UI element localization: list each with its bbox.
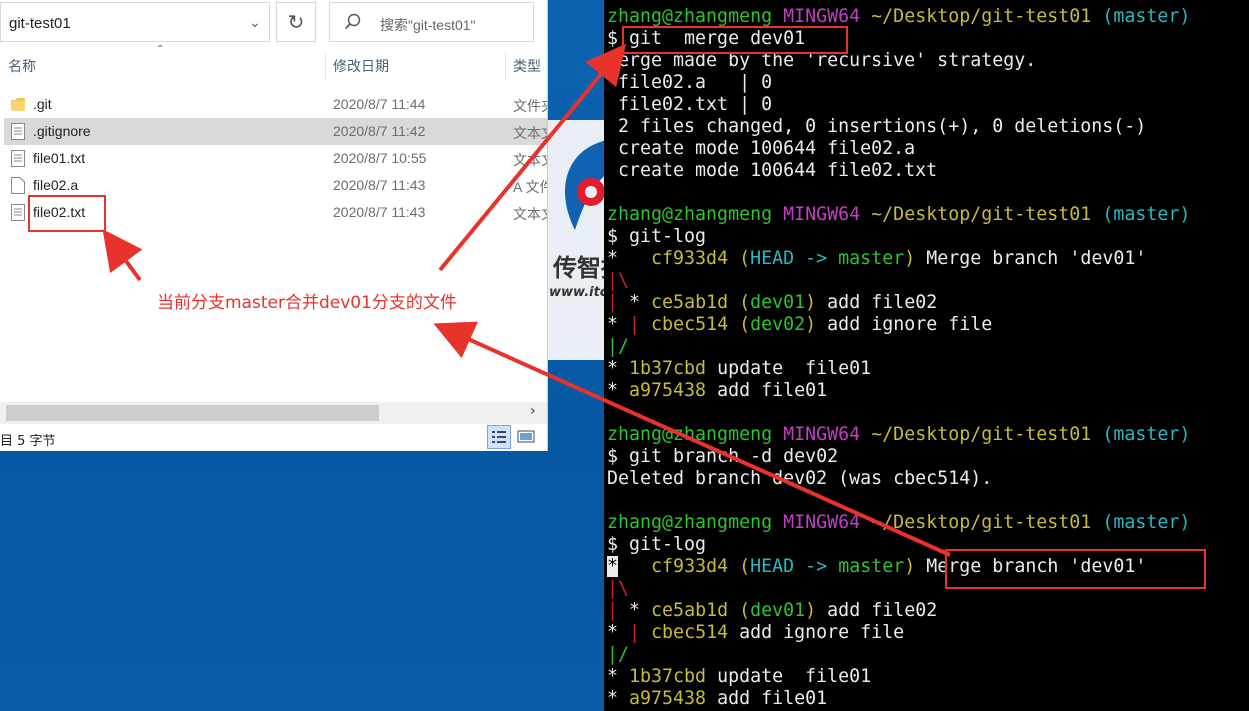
column-header-name[interactable]: 名称 xyxy=(8,56,36,76)
details-view-icon xyxy=(492,431,506,443)
file-type: A 文件 xyxy=(513,179,547,195)
highlight-box-merge-message xyxy=(945,549,1206,589)
log-line: | * ce5ab1d (dev01) add file02 xyxy=(607,600,938,621)
column-header-type[interactable]: 类型 xyxy=(513,56,541,76)
refresh-icon: ↻ xyxy=(287,10,305,34)
scrollbar-thumb[interactable] xyxy=(6,405,379,421)
file-name: file01.txt xyxy=(33,150,86,166)
graph-line: |/ xyxy=(607,644,630,665)
file-name: file02.a xyxy=(33,177,79,193)
details-view-button[interactable] xyxy=(487,425,511,449)
column-divider[interactable] xyxy=(325,52,326,80)
address-text: git-test01 xyxy=(9,15,71,32)
column-header-date[interactable]: 修改日期 xyxy=(333,56,389,76)
file-row[interactable]: file01.txt 2020/8/7 10:55 文本文档 xyxy=(4,145,547,172)
horizontal-scrollbar[interactable]: › xyxy=(0,402,547,424)
terminal-window[interactable]: zhang@zhangmeng MINGW64 ~/Desktop/git-te… xyxy=(604,0,1249,711)
address-bar[interactable]: git-test01 ⌄ xyxy=(0,2,270,42)
command-line: $ git-log xyxy=(607,226,707,247)
log-line: * 1b37cbd update file01 xyxy=(607,666,872,687)
file-explorer-window: git-test01 ⌄ ↻ 搜索"git-test01" ⌃ 名称 修改日期 … xyxy=(0,0,548,451)
blank-file-icon xyxy=(11,177,25,194)
folder-icon xyxy=(11,98,25,111)
prompt-line: zhang@zhangmeng MINGW64 ~/Desktop/git-te… xyxy=(607,424,1191,445)
scroll-right-icon[interactable]: › xyxy=(530,403,536,419)
log-line: * cf933d4 (HEAD -> master) Merge branch … xyxy=(607,248,1147,269)
log-line: * a975438 add file01 xyxy=(607,688,828,709)
file-date: 2020/8/7 11:43 xyxy=(333,204,426,220)
column-divider[interactable] xyxy=(505,52,506,80)
output-line: Deleted branch dev02 (was cbec514). xyxy=(607,468,993,489)
log-line: | * ce5ab1d (dev01) add file02 xyxy=(607,292,938,313)
search-placeholder: 搜索"git-test01" xyxy=(380,17,476,33)
output-line: create mode 100644 file02.a xyxy=(607,138,916,159)
status-bar: 目 5 字节 xyxy=(0,426,547,451)
text-file-icon xyxy=(11,150,25,167)
text-cursor: * xyxy=(607,556,619,577)
status-text: 目 5 字节 xyxy=(0,434,56,449)
file-name: .git xyxy=(33,96,52,112)
file-type: 文本文档 xyxy=(513,206,547,222)
command-line: $ git branch -d dev02 xyxy=(607,446,839,467)
file-date: 2020/8/7 11:43 xyxy=(333,177,426,193)
refresh-button[interactable]: ↻ xyxy=(276,2,316,42)
graph-line: |/ xyxy=(607,336,630,357)
log-line: * | cbec514 (dev02) add ignore file xyxy=(607,314,993,335)
file-date: 2020/8/7 11:44 xyxy=(333,96,426,112)
file-type: 文本文档 xyxy=(513,152,547,168)
graph-line: |\ xyxy=(607,270,630,291)
command-line: $ git-log xyxy=(607,534,707,555)
file-type: 文件夹 xyxy=(513,98,547,114)
output-line: file02.a | 0 xyxy=(607,72,773,93)
annotation-text: 当前分支master合并dev01分支的文件 xyxy=(157,293,457,313)
prompt-line: zhang@zhangmeng MINGW64 ~/Desktop/git-te… xyxy=(607,6,1191,27)
output-line: 2 files changed, 0 insertions(+), 0 dele… xyxy=(607,116,1147,137)
file-name: .gitignore xyxy=(33,123,91,139)
search-icon xyxy=(344,13,361,30)
file-type: 文本文档 xyxy=(513,125,547,141)
log-line: * | cbec514 add ignore file xyxy=(607,622,905,643)
log-line: * 1b37cbd update file01 xyxy=(607,358,872,379)
file-row-selected[interactable]: .gitignore 2020/8/7 11:42 文本文档 xyxy=(4,118,547,145)
file-date: 2020/8/7 11:42 xyxy=(333,123,426,139)
prompt-line: zhang@zhangmeng MINGW64 ~/Desktop/git-te… xyxy=(607,204,1191,225)
sort-indicator-icon: ⌃ xyxy=(156,44,165,55)
text-file-icon xyxy=(11,204,25,221)
large-icons-view-icon xyxy=(517,430,535,443)
graph-line: |\ xyxy=(607,578,630,599)
search-box[interactable]: 搜索"git-test01" xyxy=(329,2,534,42)
chevron-down-icon[interactable]: ⌄ xyxy=(249,15,261,31)
large-icons-view-button[interactable] xyxy=(515,425,539,449)
highlight-box-merge-command xyxy=(622,26,848,54)
output-line: file02.txt | 0 xyxy=(607,94,773,115)
highlight-box-file02 xyxy=(28,195,106,232)
output-line: create mode 100644 file02.txt xyxy=(607,160,938,181)
prompt-line: zhang@zhangmeng MINGW64 ~/Desktop/git-te… xyxy=(607,512,1191,533)
log-line: * a975438 add file01 xyxy=(607,380,828,401)
file-date: 2020/8/7 10:55 xyxy=(333,150,427,166)
text-file-icon xyxy=(11,123,25,140)
file-row[interactable]: .git 2020/8/7 11:44 文件夹 xyxy=(4,91,547,118)
